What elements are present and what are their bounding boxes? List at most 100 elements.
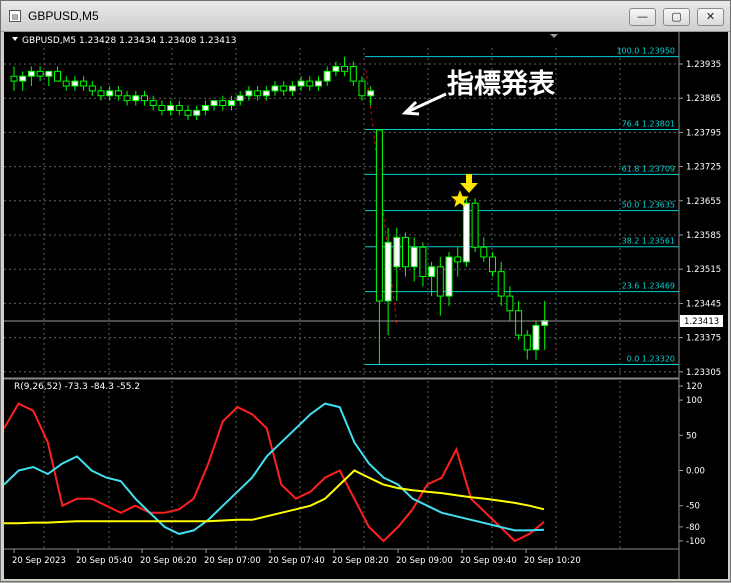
time-axis-label: 20 Sep 08:20: [332, 556, 389, 566]
price-axis-label: 1.23375: [686, 334, 721, 344]
price-axis-label: 1.23865: [686, 94, 721, 104]
candle-body[interactable]: [349, 65, 357, 82]
time-axis-label: 20 Sep 2023: [12, 556, 66, 566]
candle-body[interactable]: [62, 80, 70, 87]
candle-body[interactable]: [323, 70, 331, 82]
fibonacci-level-label: 38.2 1.23561: [622, 237, 675, 246]
price-axis-label: 1.23655: [686, 197, 721, 207]
candle-body[interactable]: [436, 266, 444, 297]
maximize-button[interactable]: ▢: [663, 8, 690, 26]
candle-body[interactable]: [419, 246, 427, 278]
candle-body[interactable]: [219, 100, 227, 107]
candle-body[interactable]: [297, 80, 305, 87]
indicator-line-yellow: [4, 469, 545, 525]
indicator-axis-label: 100: [686, 396, 702, 406]
candle-body[interactable]: [445, 256, 453, 297]
candle-body[interactable]: [532, 324, 540, 351]
time-axis-label: 20 Sep 09:40: [460, 556, 517, 566]
candle-body[interactable]: [175, 105, 183, 111]
candle-body[interactable]: [254, 90, 262, 97]
chart-header: GBPUSD,M5 1.23428 1.23434 1.23408 1.2341…: [22, 36, 236, 46]
candle-body[interactable]: [210, 100, 218, 107]
candle-body[interactable]: [19, 75, 27, 82]
candle-body[interactable]: [80, 80, 88, 87]
candle-body[interactable]: [201, 105, 209, 111]
candle-body[interactable]: [506, 295, 514, 312]
maximize-icon: ▢: [671, 10, 682, 23]
candle-body[interactable]: [262, 90, 270, 97]
candle-body[interactable]: [515, 310, 523, 336]
candle-body[interactable]: [523, 334, 531, 351]
candle-body[interactable]: [158, 105, 166, 111]
chart-menu-arrow-icon[interactable]: [12, 37, 18, 41]
fibonacci-level-label: 23.6 1.23469: [622, 282, 675, 291]
close-button[interactable]: ✕: [697, 8, 724, 26]
candle-body[interactable]: [106, 90, 114, 97]
candle-body[interactable]: [245, 90, 253, 97]
candle-body[interactable]: [184, 109, 192, 116]
candle-body[interactable]: [114, 90, 122, 97]
candle-body[interactable]: [497, 271, 505, 297]
candle-body[interactable]: [27, 70, 35, 77]
candle-body[interactable]: [271, 85, 279, 92]
candle-body[interactable]: [45, 70, 53, 77]
fibonacci-level-label: 50.0 1.23635: [622, 201, 675, 210]
candle-body[interactable]: [428, 266, 436, 278]
indicator-axis-label: 0.00: [686, 467, 705, 477]
candle-body[interactable]: [167, 105, 175, 111]
candle-body[interactable]: [384, 241, 392, 302]
time-axis-label: 20 Sep 07:00: [204, 556, 261, 566]
candle-body[interactable]: [375, 129, 383, 302]
chart-shift-marker-icon[interactable]: [550, 34, 558, 38]
indicator-axis-label: -80: [686, 523, 700, 533]
candle-body[interactable]: [402, 236, 409, 268]
indicator-axis-label: 50: [686, 431, 697, 441]
chart-canvas[interactable]: 100.0 1.23950 76.4 1.23801 61.8 1.23709 50.…: [3, 32, 728, 579]
price-axis-label: 1.23515: [686, 265, 721, 275]
candle-body[interactable]: [341, 65, 349, 72]
mt4-chart-window: ▤ GBPUSD,M5 — ▢ ✕ 100.0 1.23950 76.4 1.23…: [0, 0, 731, 582]
candle-body[interactable]: [141, 95, 148, 102]
minimize-button[interactable]: —: [629, 8, 656, 26]
candle-body[interactable]: [97, 90, 105, 97]
price-axis-label: 1.23935: [686, 60, 721, 70]
candle-body[interactable]: [280, 85, 288, 92]
candle-body[interactable]: [123, 95, 131, 102]
price-axis-label: 1.23305: [686, 368, 721, 378]
minimize-icon: —: [637, 10, 648, 23]
candle-body[interactable]: [332, 65, 340, 72]
candle-body[interactable]: [367, 90, 375, 97]
title-bar[interactable]: ▤ GBPUSD,M5 — ▢ ✕: [1, 1, 730, 32]
candle-body[interactable]: [132, 95, 140, 102]
candle-body[interactable]: [36, 70, 44, 77]
candle-body[interactable]: [288, 85, 296, 92]
candle-body[interactable]: [236, 95, 244, 102]
chart-window-icon: ▤: [9, 10, 21, 22]
fibonacci-level-label: 100.0 1.23950: [616, 47, 675, 56]
candle-body[interactable]: [454, 256, 462, 263]
candle-body[interactable]: [462, 202, 470, 263]
candle-body[interactable]: [149, 100, 157, 107]
price-axis-label: 1.23585: [686, 231, 721, 241]
candle-body[interactable]: [228, 100, 235, 107]
candle-body[interactable]: [489, 256, 496, 273]
candle-body[interactable]: [193, 109, 201, 116]
chart-area[interactable]: 100.0 1.23950 76.4 1.23801 61.8 1.23709 50.…: [3, 32, 728, 579]
indicator-header: R(9,26,52) -73.3 -84.3 -55.2: [14, 382, 140, 392]
candle-body[interactable]: [410, 246, 418, 268]
candle-body[interactable]: [358, 80, 366, 97]
candle-body[interactable]: [54, 70, 61, 82]
candle-body[interactable]: [10, 75, 18, 82]
candle-body[interactable]: [480, 246, 488, 258]
time-axis-label: 20 Sep 09:00: [396, 556, 453, 566]
candle-body[interactable]: [88, 85, 96, 92]
indicator-axis-label: -100: [686, 537, 705, 547]
candle-body[interactable]: [393, 236, 401, 268]
candle-body[interactable]: [471, 202, 479, 248]
current-price-label: 1.23413: [684, 317, 719, 327]
annotation-text: 指標発表: [447, 69, 555, 100]
candle-body[interactable]: [71, 80, 79, 87]
candle-body[interactable]: [315, 80, 322, 87]
time-axis-label: 20 Sep 05:40: [76, 556, 133, 566]
candle-body[interactable]: [306, 80, 314, 87]
